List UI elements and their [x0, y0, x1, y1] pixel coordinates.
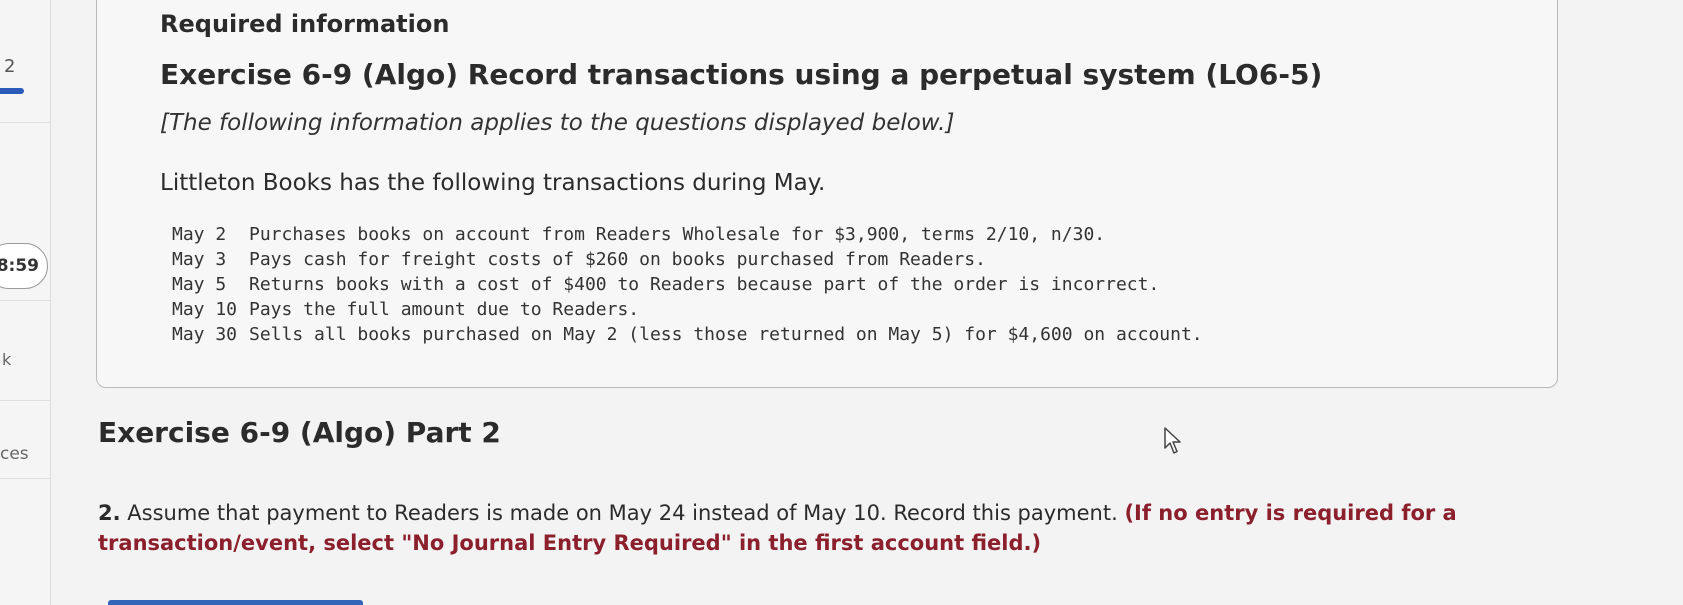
transaction-date: May 2: [172, 224, 227, 245]
transaction-row: May 30 Sells all books purchased on May …: [172, 322, 1203, 347]
timer-text: 8:59: [0, 256, 39, 276]
sidebar-link-references[interactable]: ces: [0, 444, 29, 464]
transactions-list: May 2 Purchases books on account from Re…: [172, 222, 1203, 347]
question-sidebar: 2 8:59 k ces: [0, 0, 51, 605]
transaction-text: Pays the full amount due to Readers.: [249, 299, 640, 320]
divider: [0, 300, 50, 301]
intro-text: Littleton Books has the following transa…: [160, 170, 826, 196]
transaction-row: May 5 Returns books with a cost of $400 …: [172, 272, 1203, 297]
transaction-date: May 3: [172, 249, 227, 270]
transaction-text: Sells all books purchased on May 2 (less…: [249, 324, 1203, 345]
exercise-title: Exercise 6-9 (Algo) Record transactions …: [160, 58, 1323, 91]
transaction-row: May 3 Pays cash for freight costs of $26…: [172, 247, 1203, 272]
bottom-tab-indicator[interactable]: [108, 600, 363, 605]
question-number[interactable]: 2: [4, 56, 15, 77]
transaction-date: May 5: [172, 274, 227, 295]
info-note: [The following information applies to th…: [160, 110, 955, 136]
transaction-row: May 2 Purchases books on account from Re…: [172, 222, 1203, 247]
transaction-text: Purchases books on account from Readers …: [249, 224, 1106, 245]
required-info-heading: Required information: [160, 10, 450, 38]
transaction-text: Returns books with a cost of $400 to Rea…: [249, 274, 1160, 295]
transaction-text: Pays cash for freight costs of $260 on b…: [249, 249, 986, 270]
part-title: Exercise 6-9 (Algo) Part 2: [98, 416, 501, 449]
transaction-date: May 10: [172, 299, 238, 320]
question-number-label: 2.: [98, 501, 121, 525]
question-body: Assume that payment to Readers is made o…: [120, 501, 1125, 525]
question-text: 2. Assume that payment to Readers is mad…: [98, 498, 1548, 558]
progress-indicator: [0, 88, 24, 94]
timer-badge[interactable]: 8:59: [0, 243, 48, 289]
sidebar-link-partial[interactable]: k: [2, 350, 11, 369]
divider: [0, 478, 50, 479]
divider: [0, 122, 50, 123]
transaction-row: May 10 Pays the full amount due to Reade…: [172, 297, 1203, 322]
mouse-pointer-icon: [1163, 426, 1185, 460]
transaction-date: May 30: [172, 324, 238, 345]
divider: [0, 400, 50, 401]
